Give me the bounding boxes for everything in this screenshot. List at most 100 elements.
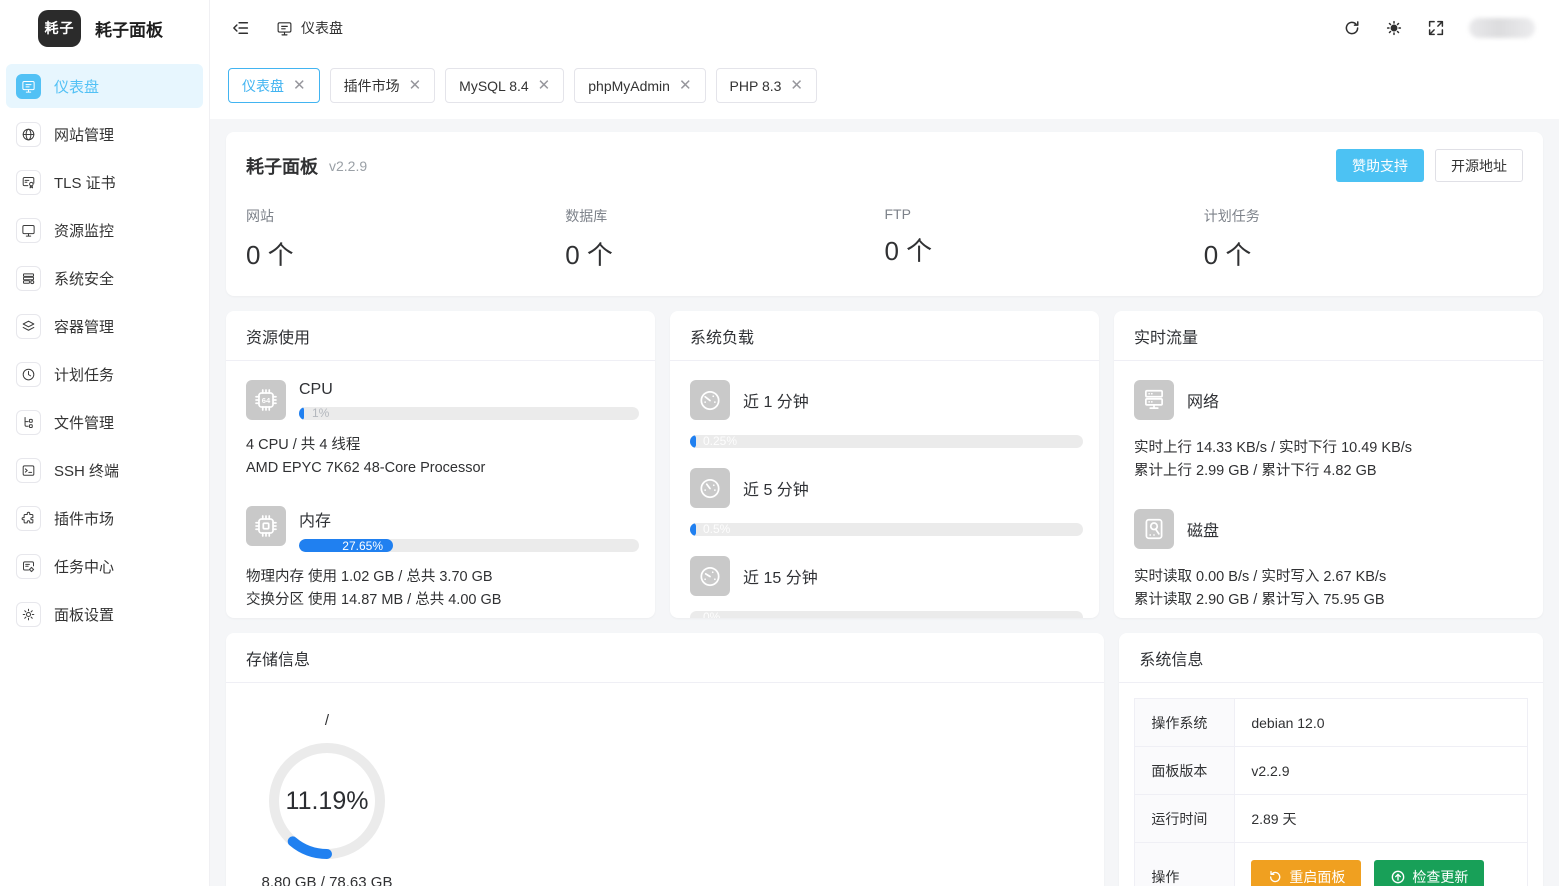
close-icon[interactable]: ✕ [790, 78, 803, 93]
sidebar-item-label: 插件市场 [54, 508, 114, 529]
sidebar-item-settings[interactable]: 面板设置 [6, 592, 203, 636]
actions-label: 操作 [1135, 843, 1235, 886]
source-button[interactable]: 开源地址 [1435, 149, 1523, 182]
load-row-5min: 近 5 分钟 0.5% [690, 468, 1083, 536]
load-percent-label: 0.5% [703, 523, 730, 536]
app-root: 耗子 耗子面板 仪表盘 网站管理 TLS 证书 资源监控 系统安全 [0, 0, 1559, 886]
disk-total-line: 累计读取 2.90 GB / 累计写入 75.95 GB [1134, 589, 1527, 612]
sidebar-item-monitor[interactable]: 资源监控 [6, 208, 203, 252]
restart-panel-button[interactable]: 重启面板 [1251, 860, 1361, 886]
tab-label: 插件市场 [344, 76, 400, 96]
close-icon[interactable]: ✕ [538, 78, 551, 93]
sidebar-item-label: TLS 证书 [54, 172, 116, 193]
logo-row: 耗子 耗子面板 [0, 0, 209, 56]
sidebar-item-tasks[interactable]: 任务中心 [6, 544, 203, 588]
security-icon [16, 266, 41, 291]
sidebar-item-label: 网站管理 [54, 124, 114, 145]
gauge-icon [690, 556, 730, 596]
clock-icon [16, 362, 41, 387]
sidebar-item-label: 计划任务 [54, 364, 114, 385]
load-label: 近 15 分钟 [743, 564, 818, 588]
cpu-progress-bar: 1% [299, 407, 639, 420]
user-avatar-pill[interactable] [1469, 18, 1535, 38]
system-info-card: 系统信息 操作系统 debian 12.0 面板版本 v2.2.9 [1119, 633, 1543, 886]
panel-version: v2.2.9 [329, 158, 367, 174]
card-title: 资源使用 [226, 311, 655, 361]
restart-icon [1267, 869, 1283, 885]
panel-title: 耗子面板 [246, 153, 318, 179]
collapse-sidebar-icon[interactable] [232, 19, 250, 37]
os-value: debian 12.0 [1235, 699, 1528, 747]
sidebar: 耗子 耗子面板 仪表盘 网站管理 TLS 证书 资源监控 系统安全 [0, 0, 210, 886]
panel-overview-card: 耗子面板 v2.2.9 赞助支持 开源地址 网站 0 个 数据库 0 个 [226, 132, 1543, 296]
breadcrumb: 仪表盘 [276, 18, 343, 38]
tab-label: 仪表盘 [242, 76, 284, 96]
refresh-icon[interactable] [1343, 19, 1361, 37]
topbar-actions [1343, 18, 1535, 38]
resource-usage-card: 资源使用 64 CPU 1% [226, 311, 655, 618]
tab-php[interactable]: PHP 8.3✕ [716, 68, 817, 103]
stat-label: 计划任务 [1204, 206, 1523, 226]
sidebar-item-cron[interactable]: 计划任务 [6, 352, 203, 396]
stat-cron: 计划任务 0 个 [1204, 206, 1523, 272]
load-row-15min: 近 15 分钟 0% [690, 556, 1083, 618]
sponsor-button[interactable]: 赞助支持 [1336, 149, 1424, 182]
stats-row: 网站 0 个 数据库 0 个 FTP 0 个 计划任务 0 个 [246, 206, 1523, 272]
tab-dashboard[interactable]: 仪表盘 ✕ [228, 68, 320, 103]
load-percent-label: 0.25% [703, 435, 737, 448]
close-icon[interactable]: ✕ [679, 78, 692, 93]
fullscreen-icon[interactable] [1427, 19, 1445, 37]
tab-label: phpMyAdmin [588, 78, 670, 94]
storage-mount-block: / 11.19% 8.80 GB / 78.63 GB [252, 702, 402, 886]
load-percent-label: 0% [703, 611, 720, 618]
cpu-chip-icon: 64 [246, 380, 286, 420]
network-realtime-line: 实时上行 14.33 KB/s / 实时下行 10.49 KB/s [1134, 437, 1527, 460]
memory-progress-bar: 27.65% [299, 539, 639, 552]
close-icon[interactable]: ✕ [293, 78, 306, 93]
sidebar-item-ssh[interactable]: SSH 终端 [6, 448, 203, 492]
storage-usage-text: 8.80 GB / 78.63 GB [262, 874, 393, 886]
system-info-table: 操作系统 debian 12.0 面板版本 v2.2.9 运行时间 2.89 天 [1134, 698, 1528, 886]
tab-mysql[interactable]: MySQL 8.4✕ [445, 68, 564, 103]
memory-swap-line: 交换分区 使用 14.87 MB / 总共 4.00 GB [246, 589, 639, 612]
sidebar-item-plugins[interactable]: 插件市场 [6, 496, 203, 540]
sidebar-item-label: 资源监控 [54, 220, 114, 241]
tab-plugin-market[interactable]: 插件市场 ✕ [330, 68, 436, 103]
gauge-icon [690, 468, 730, 508]
card-title: 系统负载 [670, 311, 1099, 361]
sidebar-item-containers[interactable]: 容器管理 [6, 304, 203, 348]
sidebar-item-websites[interactable]: 网站管理 [6, 112, 203, 156]
disk-drive-icon [1134, 509, 1174, 549]
tab-phpmyadmin[interactable]: phpMyAdmin ✕ [574, 68, 705, 103]
mount-point: / [325, 712, 329, 729]
uptime-value: 2.89 天 [1235, 795, 1528, 843]
sidebar-item-label: 容器管理 [54, 316, 114, 337]
load-row-1min: 近 1 分钟 0.25% [690, 380, 1083, 448]
check-update-button[interactable]: 检查更新 [1374, 860, 1484, 886]
restart-button-label: 重启面板 [1289, 867, 1345, 886]
sidebar-item-label: 仪表盘 [54, 76, 99, 97]
network-total-line: 累计上行 2.99 GB / 累计下行 4.82 GB [1134, 460, 1527, 483]
sidebar-item-dashboard[interactable]: 仪表盘 [6, 64, 203, 108]
stat-value: 0 个 [885, 231, 1204, 268]
topbar: 仪表盘 [210, 0, 1559, 56]
memory-chip-icon [246, 506, 286, 546]
dashboard-icon [16, 74, 41, 99]
network-server-icon [1134, 380, 1174, 420]
sidebar-item-security[interactable]: 系统安全 [6, 256, 203, 300]
sidebar-item-files[interactable]: 文件管理 [6, 400, 203, 444]
stat-value: 0 个 [1204, 235, 1523, 272]
cpu-model-line: AMD EPYC 7K62 48-Core Processor [246, 457, 639, 480]
system-load-card: 系统负载 近 1 分钟 0.25% [670, 311, 1099, 618]
cpu-label: CPU [299, 381, 639, 399]
stat-label: 数据库 [565, 206, 884, 226]
theme-sun-icon[interactable] [1385, 19, 1403, 37]
realtime-traffic-card: 实时流量 网络 实时上行 14.33 KB/s / 实时下行 10.49 KB/… [1114, 311, 1543, 618]
close-icon[interactable]: ✕ [409, 78, 422, 93]
table-row: 运行时间 2.89 天 [1135, 795, 1528, 843]
sidebar-item-label: SSH 终端 [54, 460, 119, 481]
disk-realtime-line: 实时读取 0.00 B/s / 实时写入 2.67 KB/s [1134, 566, 1527, 589]
svg-text:64: 64 [262, 396, 271, 405]
globe-icon [16, 122, 41, 147]
sidebar-item-tls[interactable]: TLS 证书 [6, 160, 203, 204]
